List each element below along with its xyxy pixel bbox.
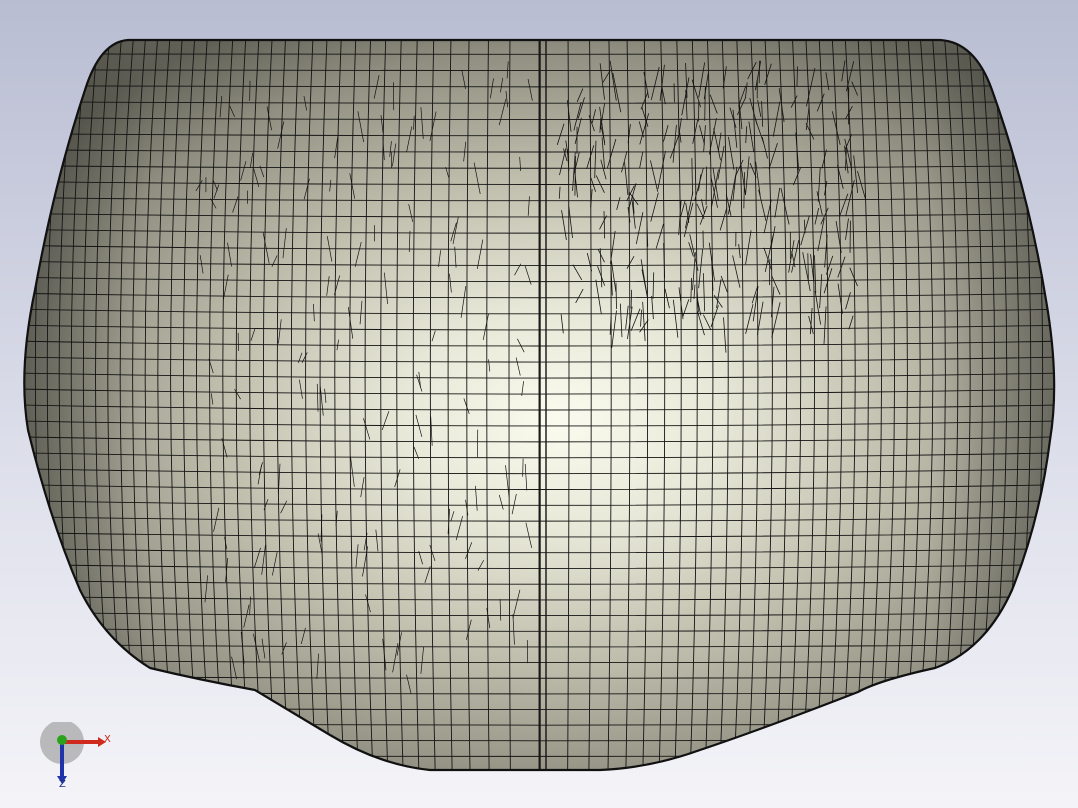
- mesh-triangle-edge: [630, 289, 632, 309]
- axis-triad: [40, 722, 106, 784]
- mesh-model-view[interactable]: [0, 0, 1078, 808]
- graphics-viewport[interactable]: X Z: [0, 0, 1078, 808]
- z-axis-label: Z: [59, 779, 66, 790]
- mesh-triangle-edge: [796, 66, 798, 87]
- x-axis-label: X: [104, 734, 111, 745]
- mesh-body: [23, 38, 1056, 772]
- mesh-triangle-edge: [705, 166, 708, 206]
